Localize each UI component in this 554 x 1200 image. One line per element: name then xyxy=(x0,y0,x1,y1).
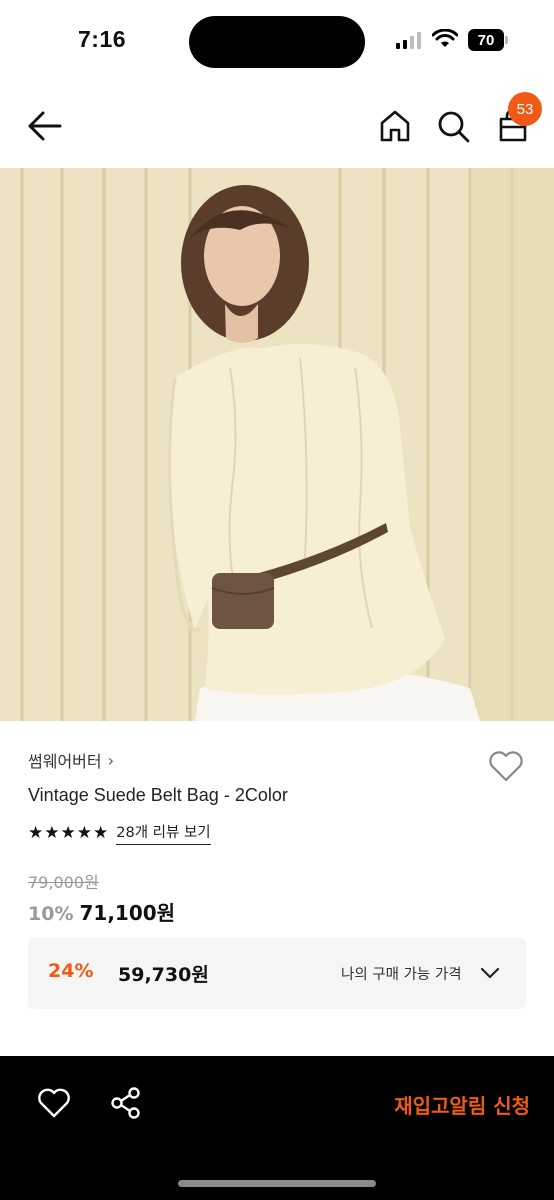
share-icon[interactable] xyxy=(108,1086,144,1120)
price-row: 10% 71,100원 xyxy=(28,897,175,926)
star-icon: ★ xyxy=(44,822,60,843)
battery-icon: 70 xyxy=(468,29,508,51)
star-icon: ★ xyxy=(28,822,44,843)
best-discount-rate: 24% xyxy=(48,960,94,982)
discount-rate: 10% xyxy=(28,903,74,925)
dynamic-island xyxy=(189,16,365,68)
best-price-value: 59,730원 xyxy=(118,964,209,986)
best-price-label: 나의 구매 가능 가격 xyxy=(341,967,462,983)
brand-link[interactable]: 썸웨어버터 › xyxy=(28,748,114,772)
star-icon: ★ xyxy=(93,822,109,843)
status-bar: 7:16 70 xyxy=(0,0,554,84)
best-price-toggle[interactable]: 24% 59,730원 나의 구매 가능 가격 xyxy=(28,938,526,1009)
product-image[interactable] xyxy=(0,168,554,721)
status-time: 7:16 xyxy=(78,26,127,52)
wifi-icon xyxy=(432,29,458,47)
top-nav xyxy=(0,84,554,168)
bottom-action-bar: 재입고알림 신청 xyxy=(0,1056,554,1200)
cart-count-badge: 53 xyxy=(508,92,542,126)
rating-stars: ★ ★ ★ ★ ★ xyxy=(28,822,109,843)
review-link[interactable]: 28개 리뷰 보기 xyxy=(116,821,211,845)
heart-icon[interactable] xyxy=(36,1086,72,1120)
sale-price: 71,100원 xyxy=(79,901,176,925)
brand-name: 썸웨어버터 xyxy=(28,752,102,771)
rating-row: ★ ★ ★ ★ ★ 28개 리뷰 보기 xyxy=(28,821,211,845)
search-icon[interactable] xyxy=(434,107,472,145)
product-title: Vintage Suede Belt Bag - 2Color xyxy=(28,785,288,805)
battery-level: 70 xyxy=(468,29,504,51)
chevron-right-icon: › xyxy=(107,750,115,770)
original-price: 79,000원 xyxy=(28,873,99,892)
wishlist-heart-icon[interactable] xyxy=(487,748,525,784)
back-arrow-icon[interactable] xyxy=(26,109,64,143)
star-icon: ★ xyxy=(60,822,76,843)
chevron-down-icon xyxy=(480,967,500,979)
product-photo xyxy=(0,168,554,721)
star-icon: ★ xyxy=(76,822,92,843)
cellular-signal-icon xyxy=(396,32,421,49)
restock-alert-button[interactable]: 재입고알림 신청 xyxy=(310,1086,530,1122)
home-icon[interactable] xyxy=(376,107,414,145)
home-indicator[interactable] xyxy=(178,1180,376,1187)
